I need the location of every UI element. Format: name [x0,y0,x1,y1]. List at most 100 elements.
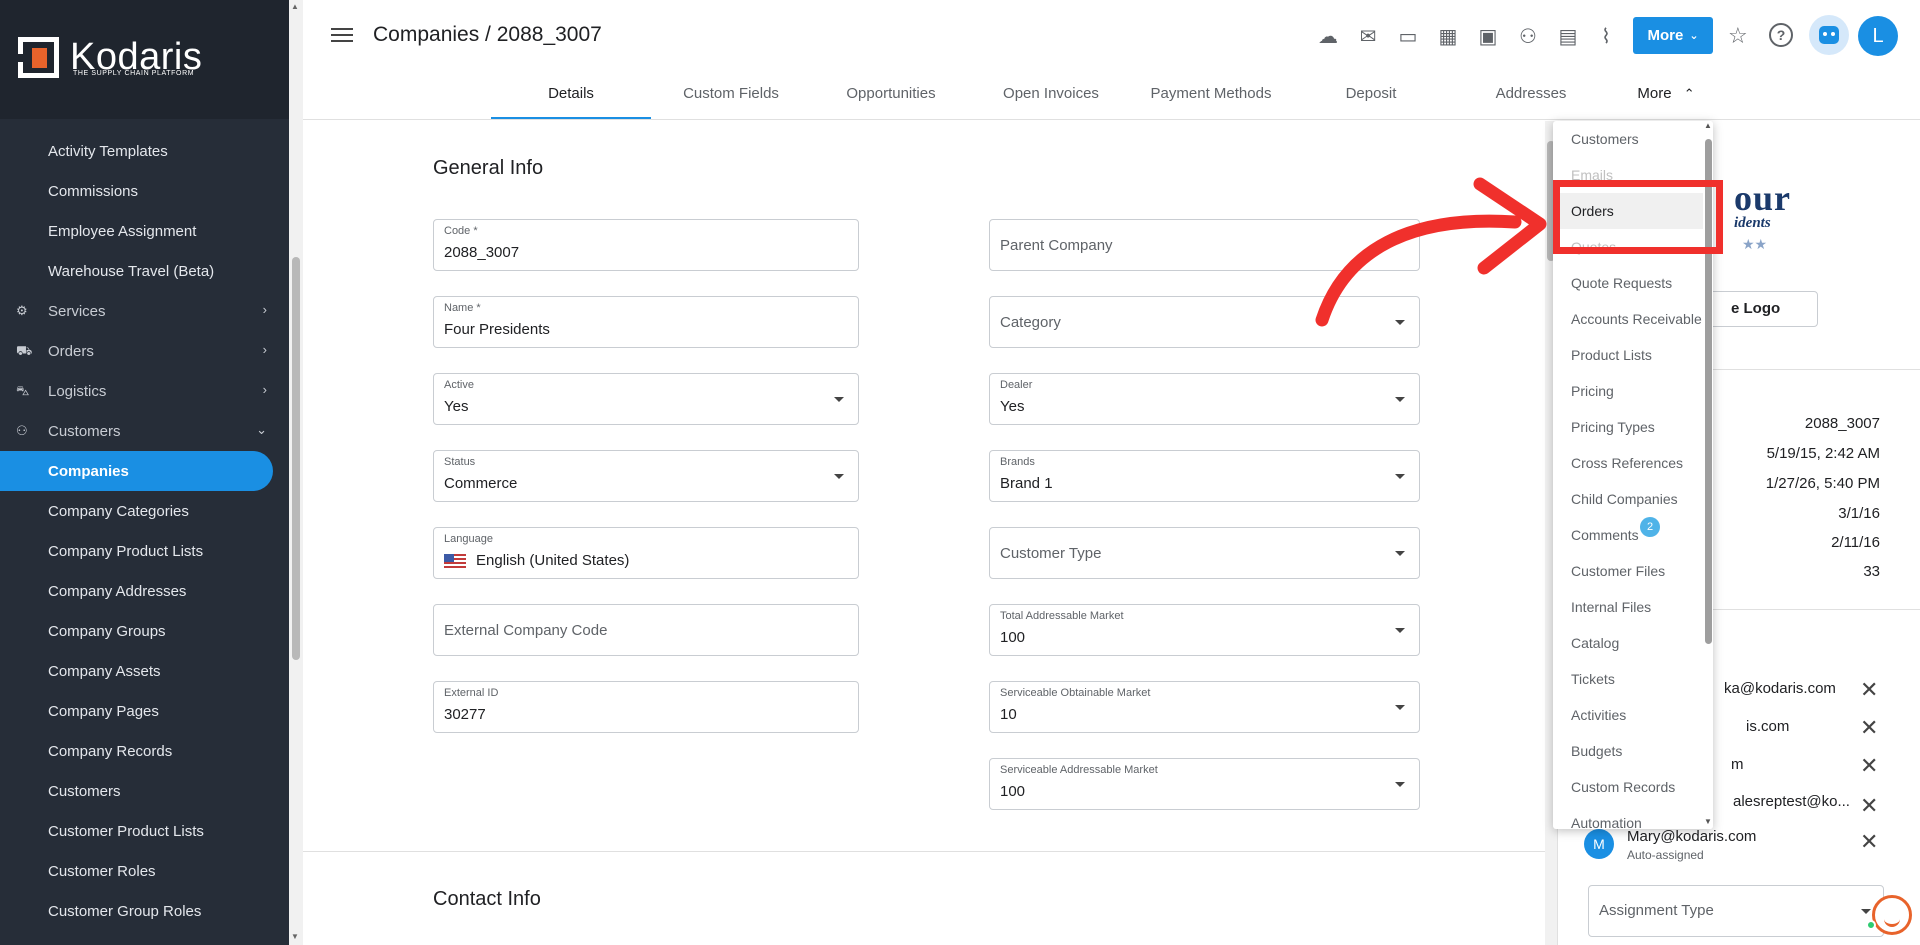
category-placeholder: Category [1000,314,1061,331]
user-avatar[interactable]: L [1858,16,1898,56]
tab-addresses[interactable]: Addresses [1451,77,1611,119]
sidebar-item-customers[interactable]: Customers [0,771,289,811]
active-select[interactable]: Active Yes [433,373,859,425]
payment-icon[interactable]: ▭ [1395,24,1421,50]
sidebar-item-customer-product-lists[interactable]: Customer Product Lists [0,811,289,851]
gift-icon[interactable]: ▦ [1435,24,1461,50]
external-id-field[interactable]: External ID 30277 [433,681,859,733]
page-title: Companies / 2088_3007 [373,23,602,46]
star-icon[interactable]: ☆ [1728,23,1748,49]
scroll-down-icon[interactable]: ▼ [291,932,299,941]
tab-custom-fields[interactable]: Custom Fields [651,77,811,119]
sidebar-item-company-groups[interactable]: Company Groups [0,611,289,651]
change-logo-button[interactable]: e Logo [1708,291,1818,327]
dealer-select[interactable]: Dealer Yes [989,373,1420,425]
sidebar-item-label: Company Assets [48,662,161,680]
sidebar-item-company-records[interactable]: Company Records [0,731,289,771]
more-button[interactable]: More ⌄ [1633,17,1713,54]
sidebar-item-customers[interactable]: ⚇ Customers ⌄ [0,411,289,451]
menu-item-pricing[interactable]: Pricing [1553,373,1703,409]
sidebar-item-logistics[interactable]: ⛍ Logistics › [0,371,289,411]
menu-item-customers[interactable]: Customers [1553,121,1703,157]
name-field[interactable]: Name * Four Presidents [433,296,859,348]
chevron-up-icon: ⌃ [1683,86,1695,101]
menu-item-pricing-types[interactable]: Pricing Types [1553,409,1703,445]
cloud-icon[interactable]: ☁ [1315,24,1341,50]
person-add-icon[interactable]: ⚇ [1515,24,1541,50]
sidebar-nav: Activity Templates Commissions Employee As… [0,131,289,931]
tab-open-invoices[interactable]: Open Invoices [971,77,1131,119]
menu-item-comments[interactable]: Comments [1553,517,1703,553]
file-add-icon[interactable]: ▤ [1555,24,1581,50]
menu-item-child-companies[interactable]: Child Companies [1553,481,1703,517]
tab-deposit[interactable]: Deposit [1291,77,1451,119]
language-select[interactable]: Language English (United States) [433,527,859,579]
menu-item-cross-references[interactable]: Cross References [1553,445,1703,481]
mail-icon[interactable]: ✉ [1355,24,1381,50]
remove-icon[interactable]: ✕ [1860,677,1878,703]
assistant-bot-icon[interactable] [1809,15,1849,55]
status-label: Status [444,456,476,468]
code-value: 2088_3007 [444,244,520,261]
remove-icon[interactable]: ✕ [1860,715,1878,741]
status-select[interactable]: Status Commerce [433,450,859,502]
menu-item-automation[interactable]: Automation [1553,805,1703,829]
tab-payment-methods[interactable]: Payment Methods [1131,77,1291,119]
sidebar-item-activity-templates[interactable]: Activity Templates [0,131,289,171]
more-button-label: More [1647,27,1684,44]
menu-item-customer-files[interactable]: Customer Files [1553,553,1703,589]
hamburger-menu-icon[interactable] [331,24,353,46]
sidebar-item-label: Commissions [48,182,139,200]
sam-select[interactable]: Serviceable Addressable Market 100 [989,758,1420,810]
menu-item-activities[interactable]: Activities [1553,697,1703,733]
sidebar-item-employee-assignment[interactable]: Employee Assignment [0,211,289,251]
sidebar-item-customer-roles[interactable]: Customer Roles [0,851,289,891]
sidebar-item-company-product-lists[interactable]: Company Product Lists [0,531,289,571]
help-icon[interactable]: ? [1769,23,1793,47]
som-select[interactable]: Serviceable Obtainable Market 10 [989,681,1420,733]
sidebar-item-company-addresses[interactable]: Company Addresses [0,571,289,611]
sidebar-item-customer-group-roles[interactable]: Customer Group Roles [0,891,289,931]
menu-item-catalog[interactable]: Catalog [1553,625,1703,661]
sidebar-scrollbar[interactable]: ▲ ▼ [289,0,303,945]
attachment-icon[interactable]: ⌇ [1593,24,1619,50]
scroll-down-icon[interactable]: ▼ [1704,817,1712,826]
brands-select[interactable]: Brands Brand 1 [989,450,1420,502]
active-value: Yes [444,398,469,415]
menu-item-budgets[interactable]: Budgets [1553,733,1703,769]
assignee-email: ka@kodaris.com [1724,680,1836,697]
menu-item-accounts-receivable[interactable]: Accounts Receivable [1553,301,1703,337]
sidebar-item-company-assets[interactable]: Company Assets [0,651,289,691]
external-company-code-field[interactable]: External Company Code [433,604,859,656]
sidebar-scroll-thumb[interactable] [292,257,300,660]
sidebar-item-companies[interactable]: Companies [0,451,273,491]
tab-details[interactable]: Details [491,77,651,119]
tab-more[interactable]: More ⌃ [1611,77,1721,119]
remove-icon[interactable]: ✕ [1860,793,1878,819]
scroll-up-icon[interactable]: ▲ [291,2,299,11]
menu-item-quote-requests[interactable]: Quote Requests [1553,265,1703,301]
chat-support-icon[interactable] [1872,895,1912,935]
monitor-add-icon[interactable]: ▣ [1475,24,1501,50]
remove-icon[interactable]: ✕ [1860,829,1878,855]
sidebar-item-services[interactable]: ⚙ Services › [0,291,289,331]
remove-icon[interactable]: ✕ [1860,753,1878,779]
menu-item-custom-records[interactable]: Custom Records [1553,769,1703,805]
customer-type-select[interactable]: Customer Type [989,527,1420,579]
code-field[interactable]: Code * 2088_3007 [433,219,859,271]
tam-select[interactable]: Total Addressable Market 100 [989,604,1420,656]
sidebar-item-company-pages[interactable]: Company Pages [0,691,289,731]
sidebar-item-company-categories[interactable]: Company Categories [0,491,289,531]
menu-item-tickets[interactable]: Tickets [1553,661,1703,697]
comments-count-badge: 2 [1640,517,1660,537]
scroll-up-icon[interactable]: ▲ [1704,121,1712,130]
tab-opportunities[interactable]: Opportunities [811,77,971,119]
assignment-type-placeholder: Assignment Type [1599,902,1714,919]
sidebar-item-orders[interactable]: ⛟ Orders › [0,331,289,371]
menu-item-internal-files[interactable]: Internal Files [1553,589,1703,625]
sidebar-item-commissions[interactable]: Commissions [0,171,289,211]
brand-logo[interactable]: Kodaris THE SUPPLY CHAIN PLATFORM [0,0,289,119]
menu-item-product-lists[interactable]: Product Lists [1553,337,1703,373]
assignment-type-select[interactable]: Assignment Type [1588,885,1884,937]
sidebar-item-warehouse-travel-beta[interactable]: Warehouse Travel (Beta) [0,251,289,291]
